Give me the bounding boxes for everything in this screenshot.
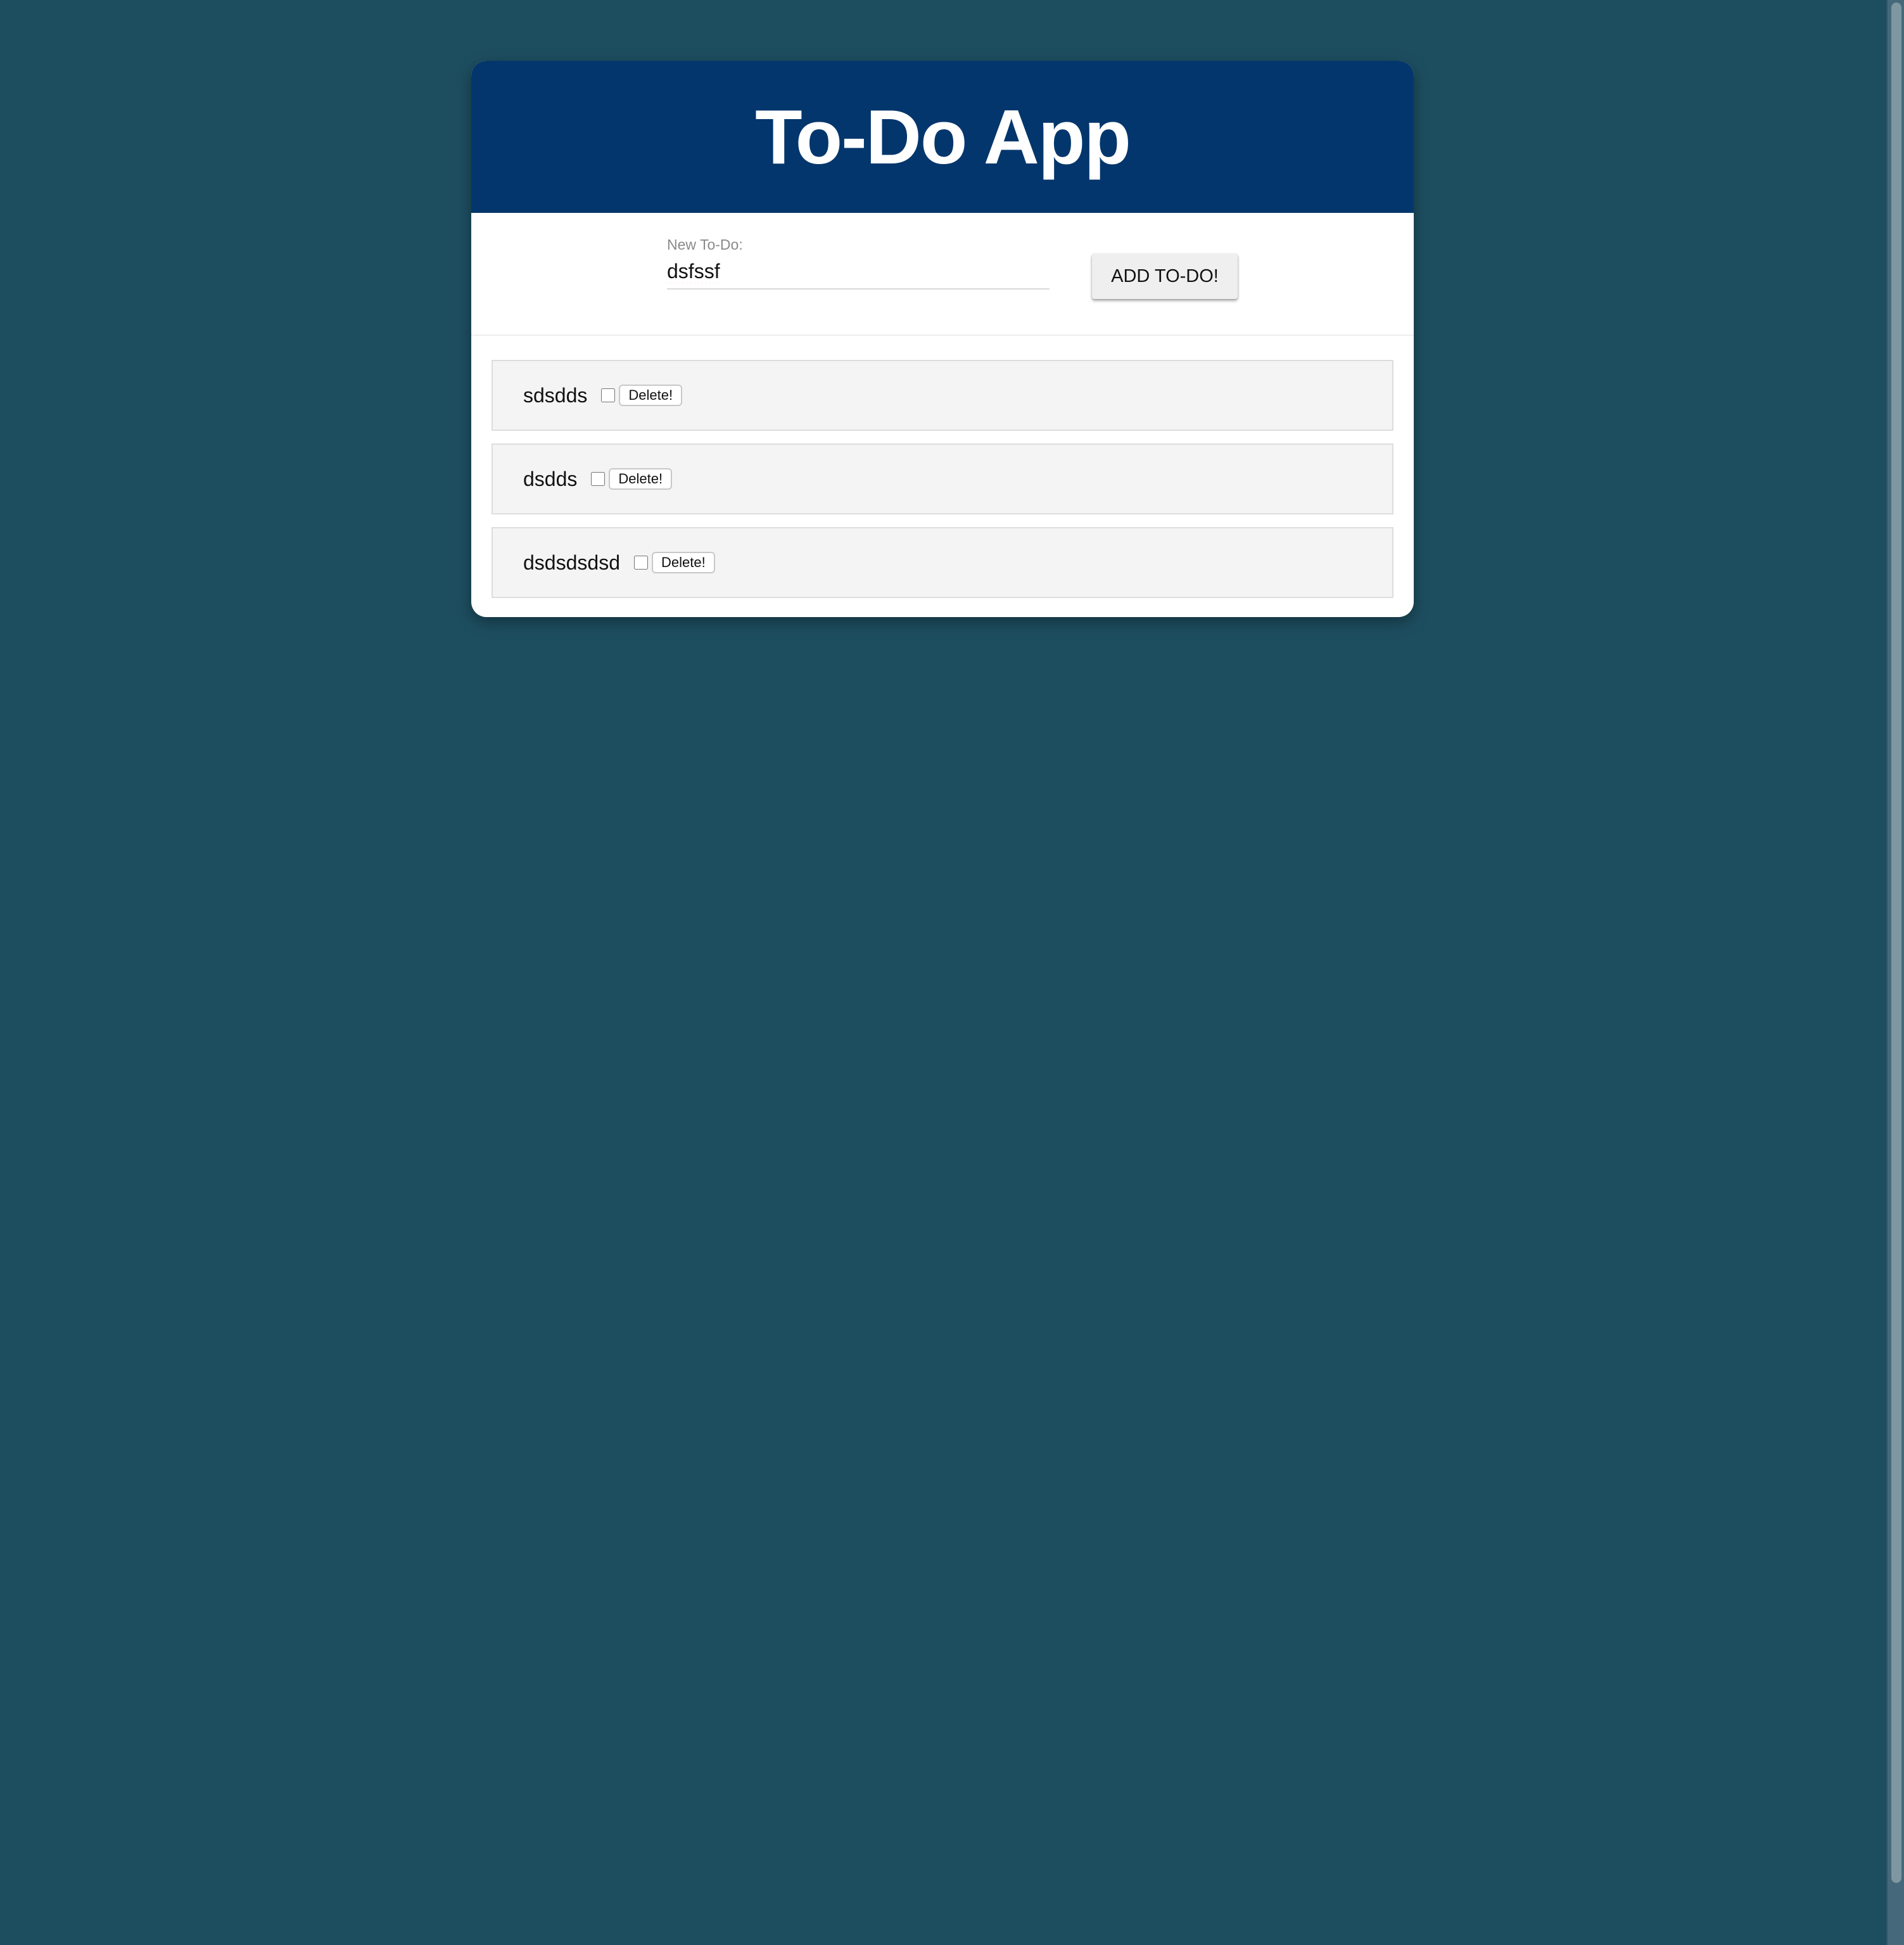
app-header: To-Do App — [471, 61, 1414, 213]
delete-todo-button[interactable]: Delete! — [619, 385, 683, 406]
todo-list: sdsdds Delete! dsdds Delete! dsdsdsdsd D… — [492, 360, 1393, 611]
add-todo-button[interactable]: ADD TO-DO! — [1092, 253, 1238, 299]
todo-done-checkbox[interactable] — [633, 556, 648, 570]
todo-item: sdsdds Delete! — [492, 360, 1393, 431]
page-title: To-Do App — [755, 94, 1131, 180]
todo-item-text: dsdsdsdsd — [523, 551, 620, 574]
new-todo-field: New To-Do: — [667, 236, 1050, 290]
todo-card: To-Do App New To-Do: ADD TO-DO! sdsdds D… — [471, 61, 1414, 617]
todo-item: dsdds Delete! — [492, 443, 1393, 514]
todo-done-checkbox[interactable] — [601, 388, 616, 402]
delete-todo-button[interactable]: Delete! — [651, 552, 715, 573]
todo-done-checkbox[interactable] — [591, 472, 606, 486]
todo-item: dsdsdsdsd Delete! — [492, 527, 1393, 598]
delete-todo-button[interactable]: Delete! — [609, 468, 673, 490]
new-todo-label: New To-Do: — [667, 236, 743, 253]
todo-item-text: sdsdds — [523, 383, 588, 407]
scrollbar-thumb[interactable] — [1891, 3, 1901, 1883]
new-todo-input[interactable] — [667, 260, 1050, 290]
todo-item-text: dsdds — [523, 467, 578, 490]
new-todo-form: New To-Do: ADD TO-DO! — [471, 213, 1414, 336]
page-scrollbar[interactable] — [1886, 0, 1904, 1945]
